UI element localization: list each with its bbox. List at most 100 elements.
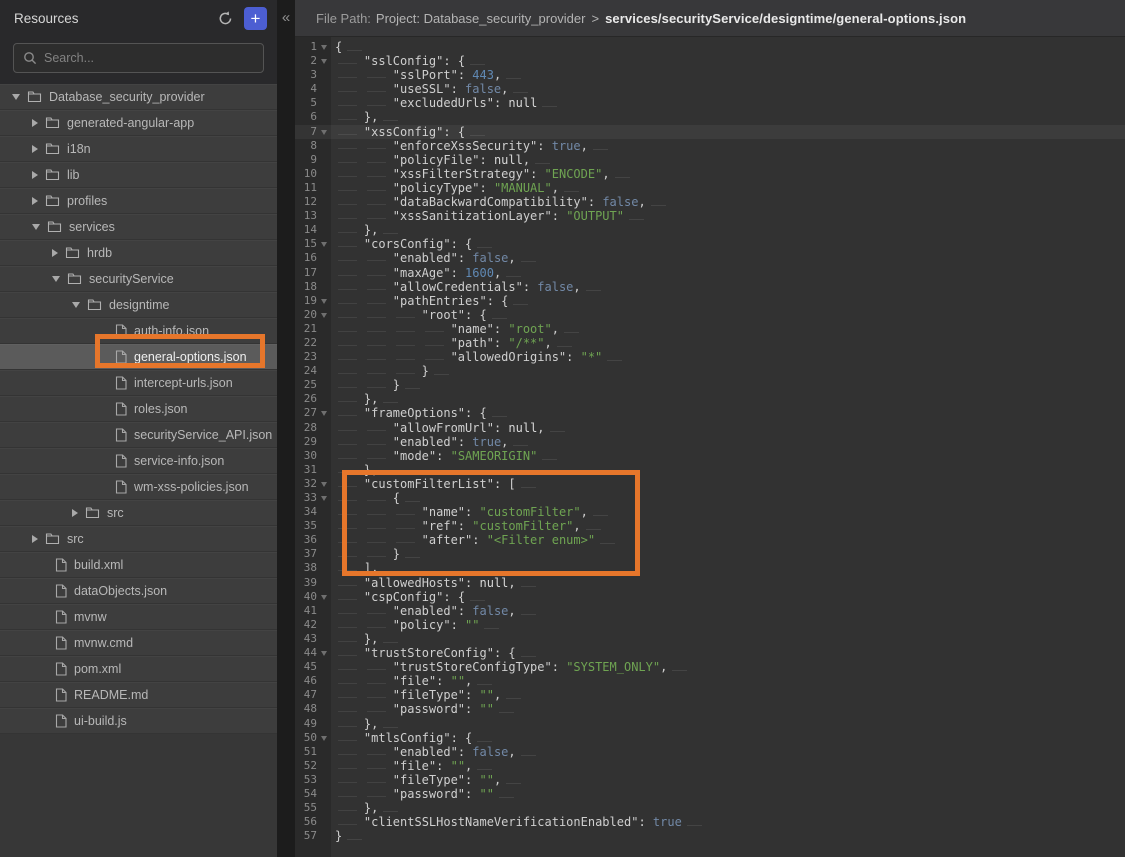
fold-arrow-icon[interactable] [321,59,327,64]
tree-folder-src[interactable]: src [0,500,277,526]
tree-file-mvnw.cmd[interactable]: mvnw.cmd [0,630,277,656]
add-resource-button[interactable]: + [244,7,267,30]
fold-arrow-icon[interactable] [321,651,327,656]
code-text: "excludedUrls": null [331,96,557,110]
line-number: 6 [295,110,317,124]
tab-indent [335,648,364,660]
code-text: "maxAge": 1600, [331,266,521,280]
tab-indent [393,521,422,533]
tab-indent [335,535,364,547]
tree-folder-lib[interactable]: lib [0,162,277,188]
fold-arrow-icon[interactable] [321,736,327,741]
expand-arrow-icon[interactable] [32,119,38,127]
fold-arrow-icon[interactable] [321,595,327,600]
tree-folder-i18n[interactable]: i18n [0,136,277,162]
file-icon [55,636,67,650]
search-box[interactable] [13,43,264,73]
fold-arrow-icon[interactable] [321,299,327,304]
fold-arrow-icon[interactable] [321,482,327,487]
expand-arrow-icon[interactable] [32,171,38,179]
code-editor[interactable]: 1{2"sslConfig": {3"sslPort": 443,4"useSS… [295,37,1125,857]
tree-folder-services[interactable]: services [0,214,277,240]
tab-indent [335,592,364,604]
tree-file-securityService_API.json[interactable]: securityService_API.json [0,422,277,448]
tab-indent [335,253,364,265]
fold-arrow-icon[interactable] [321,313,327,318]
code-text: "corsConfig": { [331,237,492,251]
code-line-22: 22"path": "/**", [295,336,1125,350]
code-line-49: 49}, [295,717,1125,731]
collapse-panel-icon[interactable]: « [277,9,295,26]
file-icon [55,584,67,598]
tree-folder-generated-angular-app[interactable]: generated-angular-app [0,110,277,136]
code-text: } [331,378,420,392]
expand-arrow-icon[interactable] [52,249,58,257]
line-number: 44 [295,646,317,660]
tree-file-auth-info.json[interactable]: auth-info.json [0,318,277,344]
tree-file-mvnw[interactable]: mvnw [0,604,277,630]
tree-file-wm-xss-policies.json[interactable]: wm-xss-policies.json [0,474,277,500]
code-text: "cspConfig": { [331,590,485,604]
collapse-arrow-icon[interactable] [72,302,80,308]
fold-arrow-icon[interactable] [321,130,327,135]
line-number: 4 [295,82,317,96]
tree-folder-Database_security_provider[interactable]: Database_security_provider [0,84,277,110]
tree-file-README.md[interactable]: README.md [0,682,277,708]
tab-indent [335,183,364,195]
code-line-20: 20"root": { [295,308,1125,322]
line-number: 42 [295,618,317,632]
expand-arrow-icon[interactable] [32,145,38,153]
line-number: 36 [295,533,317,547]
tree-file-roles.json[interactable]: roles.json [0,396,277,422]
tree-folder-profiles[interactable]: profiles [0,188,277,214]
tab-indent [393,310,422,322]
code-line-10: 10"xssFilterStrategy": "ENCODE", [295,167,1125,181]
code-text: "clientSSLHostNameVerificationEnabled": … [331,815,702,829]
tab-indent [335,662,364,674]
tab-indent [364,197,393,209]
panel-splitter[interactable]: « [277,0,295,857]
fold-arrow-icon[interactable] [321,496,327,501]
tree-folder-designtime[interactable]: designtime [0,292,277,318]
code-text: "password": "" [331,702,514,716]
tree-file-dataObjects.json[interactable]: dataObjects.json [0,578,277,604]
line-number: 24 [295,364,317,378]
code-text: }, [331,463,398,477]
line-number: 30 [295,449,317,463]
folder-icon [45,168,60,181]
tree-folder-securityService[interactable]: securityService [0,266,277,292]
code-text: { [331,491,420,505]
expand-arrow-icon[interactable] [72,509,78,517]
collapse-arrow-icon[interactable] [12,94,20,100]
fold-arrow-icon[interactable] [321,242,327,247]
fold-arrow-icon[interactable] [321,411,327,416]
collapse-arrow-icon[interactable] [32,224,40,230]
code-line-25: 25} [295,378,1125,392]
tab-indent [335,282,364,294]
code-line-37: 37} [295,547,1125,561]
tree-folder-hrdb[interactable]: hrdb [0,240,277,266]
collapse-arrow-icon[interactable] [52,276,60,282]
tree-folder-src[interactable]: src [0,526,277,552]
tree-file-intercept-urls.json[interactable]: intercept-urls.json [0,370,277,396]
search-input[interactable] [37,51,263,65]
tree-file-ui-build.js[interactable]: ui-build.js [0,708,277,734]
folder-icon [65,246,80,259]
code-text: "policy": "" [331,618,499,632]
folder-icon [45,116,60,129]
tree-file-pom.xml[interactable]: pom.xml [0,656,277,682]
tab-indent [335,747,364,759]
line-number: 57 [295,829,317,843]
tree-file-build.xml[interactable]: build.xml [0,552,277,578]
code-text: "trustStoreConfig": { [331,646,536,660]
code-text: "enforceXssSecurity": true, [331,139,608,153]
expand-arrow-icon[interactable] [32,535,38,543]
refresh-icon[interactable] [214,7,236,29]
fold-arrow-icon[interactable] [321,45,327,50]
tree-file-general-options.json[interactable]: general-options.json [0,344,277,370]
tree-file-service-info.json[interactable]: service-info.json [0,448,277,474]
tree-item-label: roles.json [134,402,188,416]
line-number: 11 [295,181,317,195]
expand-arrow-icon[interactable] [32,197,38,205]
tab-indent [335,719,364,731]
